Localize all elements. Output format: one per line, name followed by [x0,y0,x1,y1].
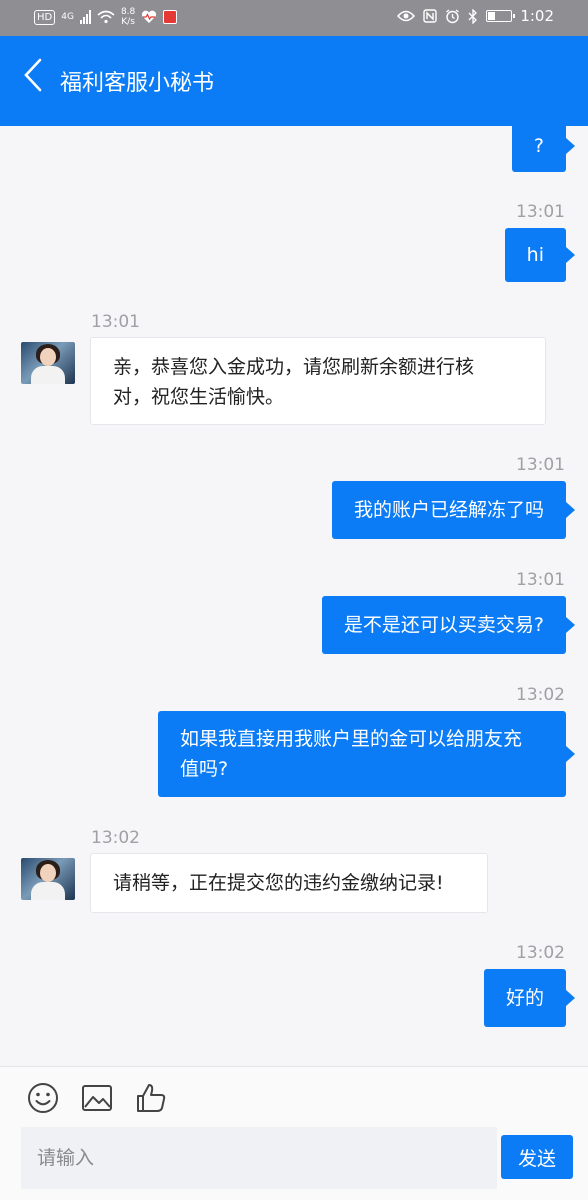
message-time: 13:01 [516,202,565,222]
net-speed-unit: K/s [121,17,135,27]
agent-avatar[interactable] [21,342,75,384]
message-in[interactable]: 请稍等，正在提交您的违约金缴纳记录! [90,853,488,913]
heart-rate-icon [142,10,157,23]
battery-fill [488,12,495,20]
send-button[interactable]: 发送 [501,1135,573,1179]
image-icon[interactable] [80,1081,114,1115]
message-time: 13:02 [516,685,565,705]
message-input[interactable] [21,1127,497,1189]
status-bar: HD 4G 8.8 K/s 1:02 [0,0,588,36]
message-out[interactable]: ? [511,126,576,172]
status-left: HD 4G 8.8 K/s [34,7,178,27]
message-time: 13:01 [516,455,565,475]
agent-avatar[interactable] [21,858,75,900]
message-out[interactable]: 是不是还可以买卖交易? [321,596,576,654]
message-time: 13:02 [91,828,140,848]
input-bar: 发送 [0,1066,588,1200]
net-speed-value: 8.8 [120,7,136,17]
message-line: 亲，恭喜您入金成功，请您刷新余额进行核 [113,356,475,378]
emoji-icon[interactable] [26,1081,60,1115]
message-time: 13:01 [516,570,565,590]
chat-area[interactable]: ? 13:01 hi 13:01 亲，恭喜您入金成功，请您刷新余额进行核 对，祝… [0,126,588,1066]
page-title: 福利客服小秘书 [60,71,215,96]
nfc-icon [423,9,438,23]
network-type: 4G [61,12,74,22]
back-arrow-icon[interactable] [20,56,50,96]
message-line: 如果我直接用我账户里的金可以给朋友充 [180,728,523,750]
app-notification-icon [163,10,178,24]
battery-icon [486,10,516,22]
net-speed: 8.8 K/s [121,7,135,27]
bluetooth-icon [468,8,478,24]
status-time: 1:02 [520,7,554,25]
message-line: 对，祝您生活愉快。 [113,386,285,408]
wifi-icon [97,10,115,24]
hd-badge: HD [34,9,56,25]
message-line: 值吗? [180,758,229,780]
alarm-icon [446,8,460,23]
thumbs-up-icon[interactable] [134,1081,168,1115]
message-out[interactable]: hi [504,228,576,282]
signal-icon [79,10,91,24]
status-right: 1:02 [397,7,554,25]
eye-icon [397,10,416,22]
message-in[interactable]: 亲，恭喜您入金成功，请您刷新余额进行核 对，祝您生活愉快。 [90,337,546,425]
message-out[interactable]: 我的账户已经解冻了吗 [331,481,576,539]
message-time: 13:02 [516,943,565,963]
message-out[interactable]: 如果我直接用我账户里的金可以给朋友充 值吗? [158,711,575,797]
message-out[interactable]: 好的 [483,969,576,1027]
header-bar: 福利客服小秘书 [0,36,588,126]
message-time: 13:01 [91,312,140,332]
